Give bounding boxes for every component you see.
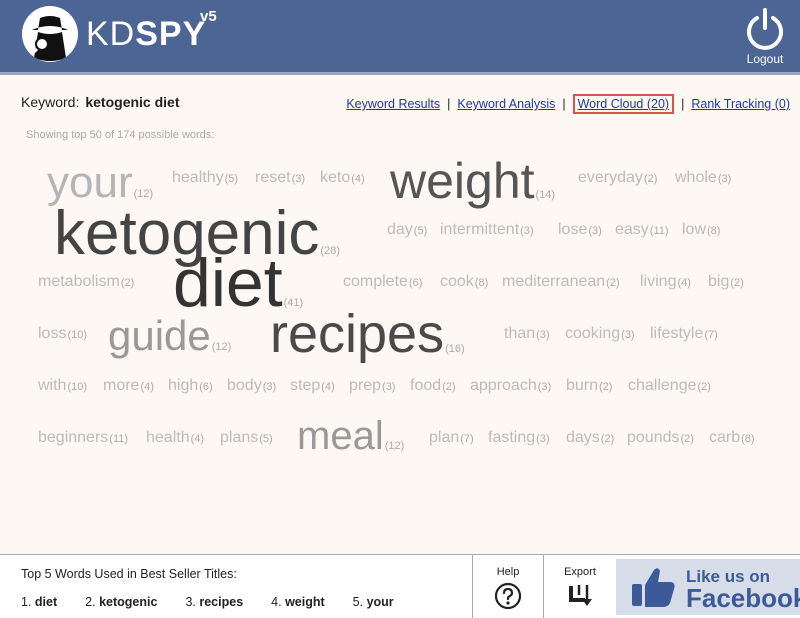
cloud-word[interactable]: challenge(2) (628, 377, 711, 395)
app-logo: KDSPY (86, 15, 207, 53)
cloud-word[interactable]: fasting(3) (488, 429, 550, 447)
cloud-word[interactable]: body(3) (227, 377, 276, 395)
cloud-word[interactable]: metabolism(2) (38, 273, 134, 291)
cloud-word[interactable]: complete(6) (343, 273, 422, 291)
cloud-word[interactable]: cook(8) (440, 273, 488, 291)
top5-label: Top 5 Words Used in Best Seller Titles: (21, 567, 237, 581)
cloud-word[interactable]: approach(3) (470, 377, 551, 395)
cloud-word[interactable]: lifestyle(7) (650, 325, 718, 343)
cloud-word[interactable]: step(4) (290, 377, 335, 395)
cloud-word[interactable]: healthy(5) (172, 169, 238, 187)
cloud-word[interactable]: guide(12) (108, 312, 231, 360)
cloud-word[interactable]: days(2) (566, 429, 614, 447)
cloud-word[interactable]: living(4) (640, 273, 691, 291)
cloud-word[interactable]: weight(14) (390, 152, 555, 210)
help-button[interactable]: Help (472, 555, 543, 618)
keyword-label: Keyword: (21, 94, 80, 110)
export-icon (569, 585, 592, 606)
fb-name-text: Facebook (686, 583, 800, 613)
app-version: v5 (200, 8, 217, 25)
cloud-word[interactable]: everyday(2) (578, 169, 657, 187)
export-button[interactable]: Export (543, 555, 616, 618)
cloud-word[interactable]: than(3) (504, 325, 550, 343)
keyword-value: ketogenic diet (85, 94, 180, 110)
top5-item: 2. ketogenic (85, 595, 158, 609)
cloud-word[interactable]: beginners(11) (38, 429, 128, 447)
cloud-word[interactable]: carb(8) (709, 429, 755, 447)
report-nav: Keyword Results | Keyword Analysis | Wor… (346, 94, 790, 114)
cloud-word[interactable]: food(2) (410, 377, 456, 395)
nav-separator: | (562, 97, 566, 111)
cloud-word[interactable]: with(10) (38, 377, 87, 395)
app-header: KDSPY v5 Logout (0, 0, 800, 75)
nav-separator: | (681, 97, 685, 111)
help-label: Help (496, 566, 520, 578)
export-label: Export (564, 566, 596, 578)
cloud-word[interactable]: loss(10) (38, 325, 87, 343)
cloud-word[interactable]: meal(12) (297, 414, 404, 459)
nav-separator: | (447, 97, 451, 111)
question-icon (494, 582, 522, 610)
cloud-word[interactable]: day(5) (387, 221, 427, 239)
cloud-word[interactable]: easy(11) (615, 221, 669, 239)
cloud-word[interactable]: big(2) (708, 273, 744, 291)
footer-bar: Top 5 Words Used in Best Seller Titles: … (0, 554, 800, 618)
top5-list: 1. diet 2. ketogenic 3. recipes 4. weigh… (21, 595, 422, 609)
cloud-word[interactable]: reset(3) (255, 169, 305, 187)
word-cloud: your(12) healthy(5) reset(3) keto(4) wei… (0, 140, 800, 540)
logout-label: Logout (746, 52, 784, 66)
cloud-word[interactable]: recipes(16) (270, 303, 465, 365)
cloud-word[interactable]: pounds(2) (627, 429, 694, 447)
cloud-word[interactable]: low(8) (682, 221, 720, 239)
cloud-word[interactable]: high(6) (168, 377, 213, 395)
rank-tracking-link[interactable]: Rank Tracking (0) (691, 97, 790, 111)
logout-button[interactable]: Logout (740, 8, 790, 66)
top5-item: 3. recipes (185, 595, 244, 609)
thumbs-up-icon (632, 568, 675, 607)
cloud-word[interactable]: keto(4) (320, 169, 365, 187)
cloud-word[interactable]: plans(5) (220, 429, 273, 447)
power-icon (747, 8, 783, 50)
cloud-word[interactable]: whole(3) (675, 169, 731, 187)
cloud-word[interactable]: intermittent(3) (440, 221, 534, 239)
top5-item: 4. weight (271, 595, 325, 609)
top5-item: 5. your (352, 595, 394, 609)
facebook-like-banner[interactable]: Like us on Facebook (616, 559, 800, 615)
cloud-word[interactable]: plan(7) (429, 429, 474, 447)
spy-logo-icon (22, 6, 78, 62)
top5-item: 1. diet (21, 595, 58, 609)
cloud-word[interactable]: more(4) (103, 377, 154, 395)
keyword-row: Keyword: ketogenic diet (21, 94, 180, 110)
word-cloud-link[interactable]: Word Cloud (20) (572, 94, 675, 114)
cloud-word[interactable]: mediterranean(2) (502, 273, 620, 291)
cloud-word[interactable]: prep(3) (349, 377, 395, 395)
cloud-word[interactable]: health(4) (146, 429, 204, 447)
cloud-word[interactable]: cooking(3) (565, 325, 635, 343)
cloud-word[interactable]: lose(3) (558, 221, 602, 239)
cloud-word[interactable]: burn(2) (566, 377, 612, 395)
keyword-analysis-link[interactable]: Keyword Analysis (457, 97, 555, 111)
keyword-results-link[interactable]: Keyword Results (346, 97, 440, 111)
